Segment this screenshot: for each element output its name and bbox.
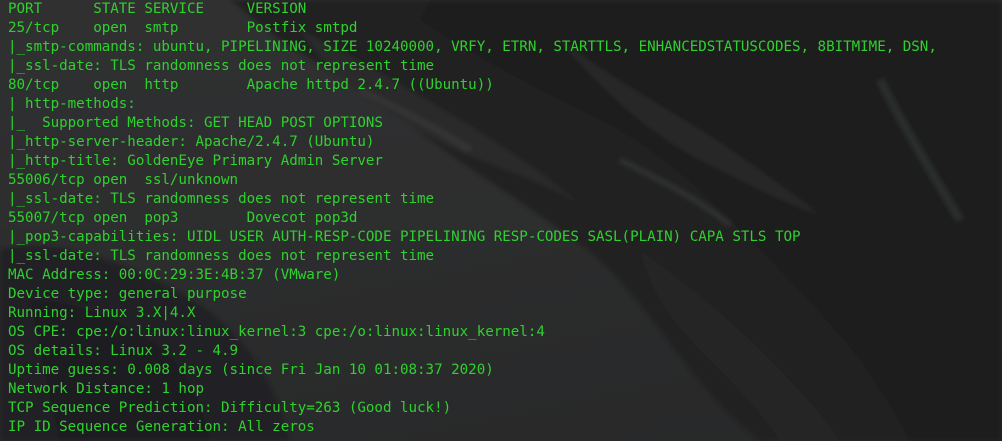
terminal-line: | http-methods:	[8, 96, 136, 112]
terminal-line: IP ID Sequence Generation: All zeros	[8, 419, 315, 435]
terminal-line: Network Distance: 1 hop	[8, 381, 204, 397]
terminal-line: PORT STATE SERVICE VERSION	[8, 1, 307, 17]
terminal-line: |_smtp-commands: ubuntu, PIPELINING, SIZ…	[8, 39, 937, 55]
terminal-line: 55007/tcp open pop3 Dovecot pop3d	[8, 210, 358, 226]
terminal-line: |_pop3-capabilities: UIDL USER AUTH-RESP…	[8, 229, 801, 245]
terminal-line: 80/tcp open http Apache httpd 2.4.7 ((Ub…	[8, 77, 494, 93]
terminal-output[interactable]: PORT STATE SERVICE VERSION 25/tcp open s…	[0, 0, 1002, 441]
terminal-line: |_http-title: GoldenEye Primary Admin Se…	[8, 153, 383, 169]
terminal-line: |_ssl-date: TLS randomness does not repr…	[8, 191, 435, 207]
terminal-line: MAC Address: 00:0C:29:3E:4B:37 (VMware)	[8, 267, 341, 283]
terminal-line: Device type: general purpose	[8, 286, 247, 302]
terminal-line: |_ Supported Methods: GET HEAD POST OPTI…	[8, 115, 383, 131]
terminal-line: 55006/tcp open ssl/unknown	[8, 172, 239, 188]
terminal-line: OS details: Linux 3.2 - 4.9	[8, 343, 239, 359]
terminal-line: 25/tcp open smtp Postfix smtpd	[8, 20, 358, 36]
terminal-line: OS CPE: cpe:/o:linux:linux_kernel:3 cpe:…	[8, 324, 545, 340]
terminal-line: |_ssl-date: TLS randomness does not repr…	[8, 58, 435, 74]
terminal-line: |_http-server-header: Apache/2.4.7 (Ubun…	[8, 134, 375, 150]
terminal-line: |_ssl-date: TLS randomness does not repr…	[8, 248, 435, 264]
terminal-line: Uptime guess: 0.008 days (since Fri Jan …	[8, 362, 494, 378]
terminal-line: Running: Linux 3.X|4.X	[8, 305, 196, 321]
terminal-line: TCP Sequence Prediction: Difficulty=263 …	[8, 400, 452, 416]
